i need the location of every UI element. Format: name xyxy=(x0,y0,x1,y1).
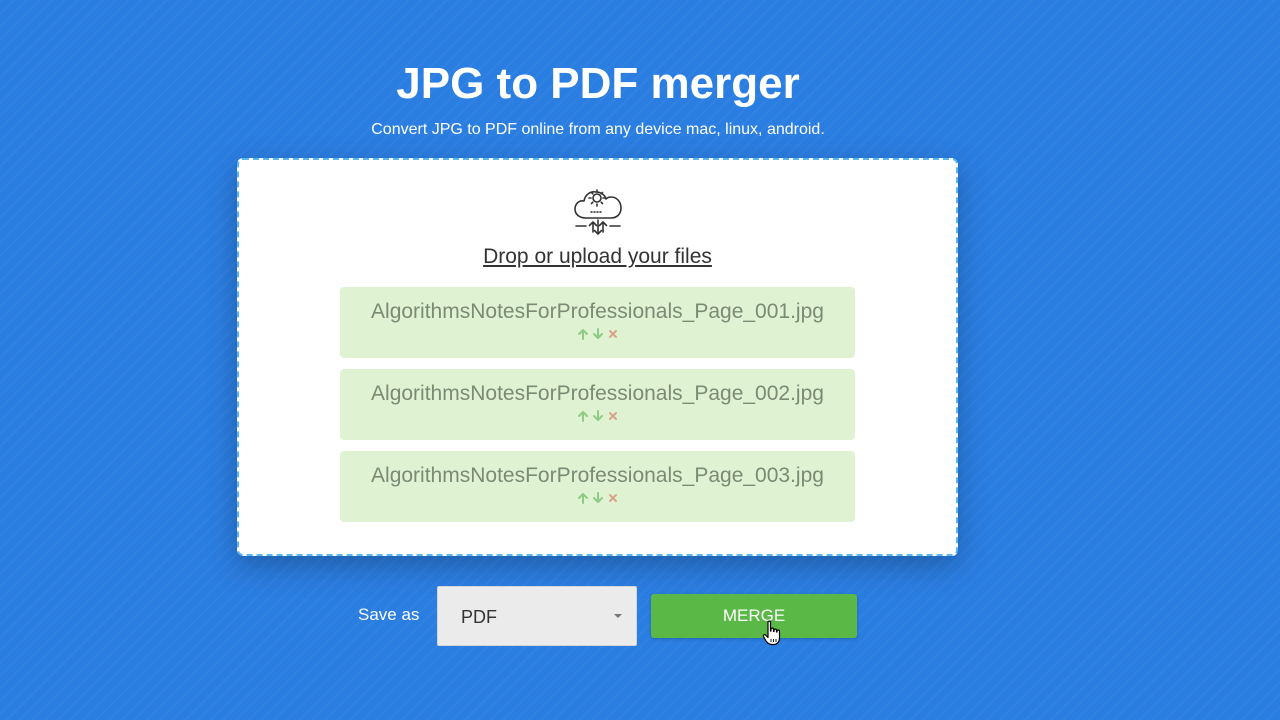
merge-button[interactable]: MERGE xyxy=(651,594,857,638)
close-icon[interactable] xyxy=(607,328,619,340)
upload-files-link[interactable]: Drop or upload your files xyxy=(239,244,956,270)
page-subtitle: Convert JPG to PDF online from any devic… xyxy=(371,121,825,138)
page-title: JPG to PDF merger xyxy=(396,59,800,108)
file-controls xyxy=(340,410,855,424)
cloud-gear-upload-icon xyxy=(574,189,622,235)
close-icon[interactable] xyxy=(607,492,619,504)
format-select[interactable]: PDF xyxy=(437,586,637,646)
save-as-label: Save as xyxy=(358,605,420,624)
file-list: AlgorithmsNotesForProfessionals_Page_001… xyxy=(340,287,855,533)
chevron-down-icon xyxy=(614,614,622,618)
file-controls xyxy=(340,328,855,342)
format-select-value: PDF xyxy=(461,607,497,627)
arrow-down-icon[interactable] xyxy=(592,492,604,504)
file-item: AlgorithmsNotesForProfessionals_Page_001… xyxy=(340,287,855,358)
file-item: AlgorithmsNotesForProfessionals_Page_003… xyxy=(340,451,855,522)
file-name: AlgorithmsNotesForProfessionals_Page_001… xyxy=(371,300,824,323)
arrow-up-icon[interactable] xyxy=(577,410,589,422)
arrow-down-icon[interactable] xyxy=(592,328,604,340)
file-name: AlgorithmsNotesForProfessionals_Page_003… xyxy=(371,464,824,487)
file-controls xyxy=(340,492,855,506)
arrow-down-icon[interactable] xyxy=(592,410,604,422)
arrow-up-icon[interactable] xyxy=(577,328,589,340)
file-dropzone[interactable]: Drop or upload your files AlgorithmsNote… xyxy=(237,158,958,556)
file-name: AlgorithmsNotesForProfessionals_Page_002… xyxy=(371,382,824,405)
file-item: AlgorithmsNotesForProfessionals_Page_002… xyxy=(340,369,855,440)
arrow-up-icon[interactable] xyxy=(577,492,589,504)
close-icon[interactable] xyxy=(607,410,619,422)
